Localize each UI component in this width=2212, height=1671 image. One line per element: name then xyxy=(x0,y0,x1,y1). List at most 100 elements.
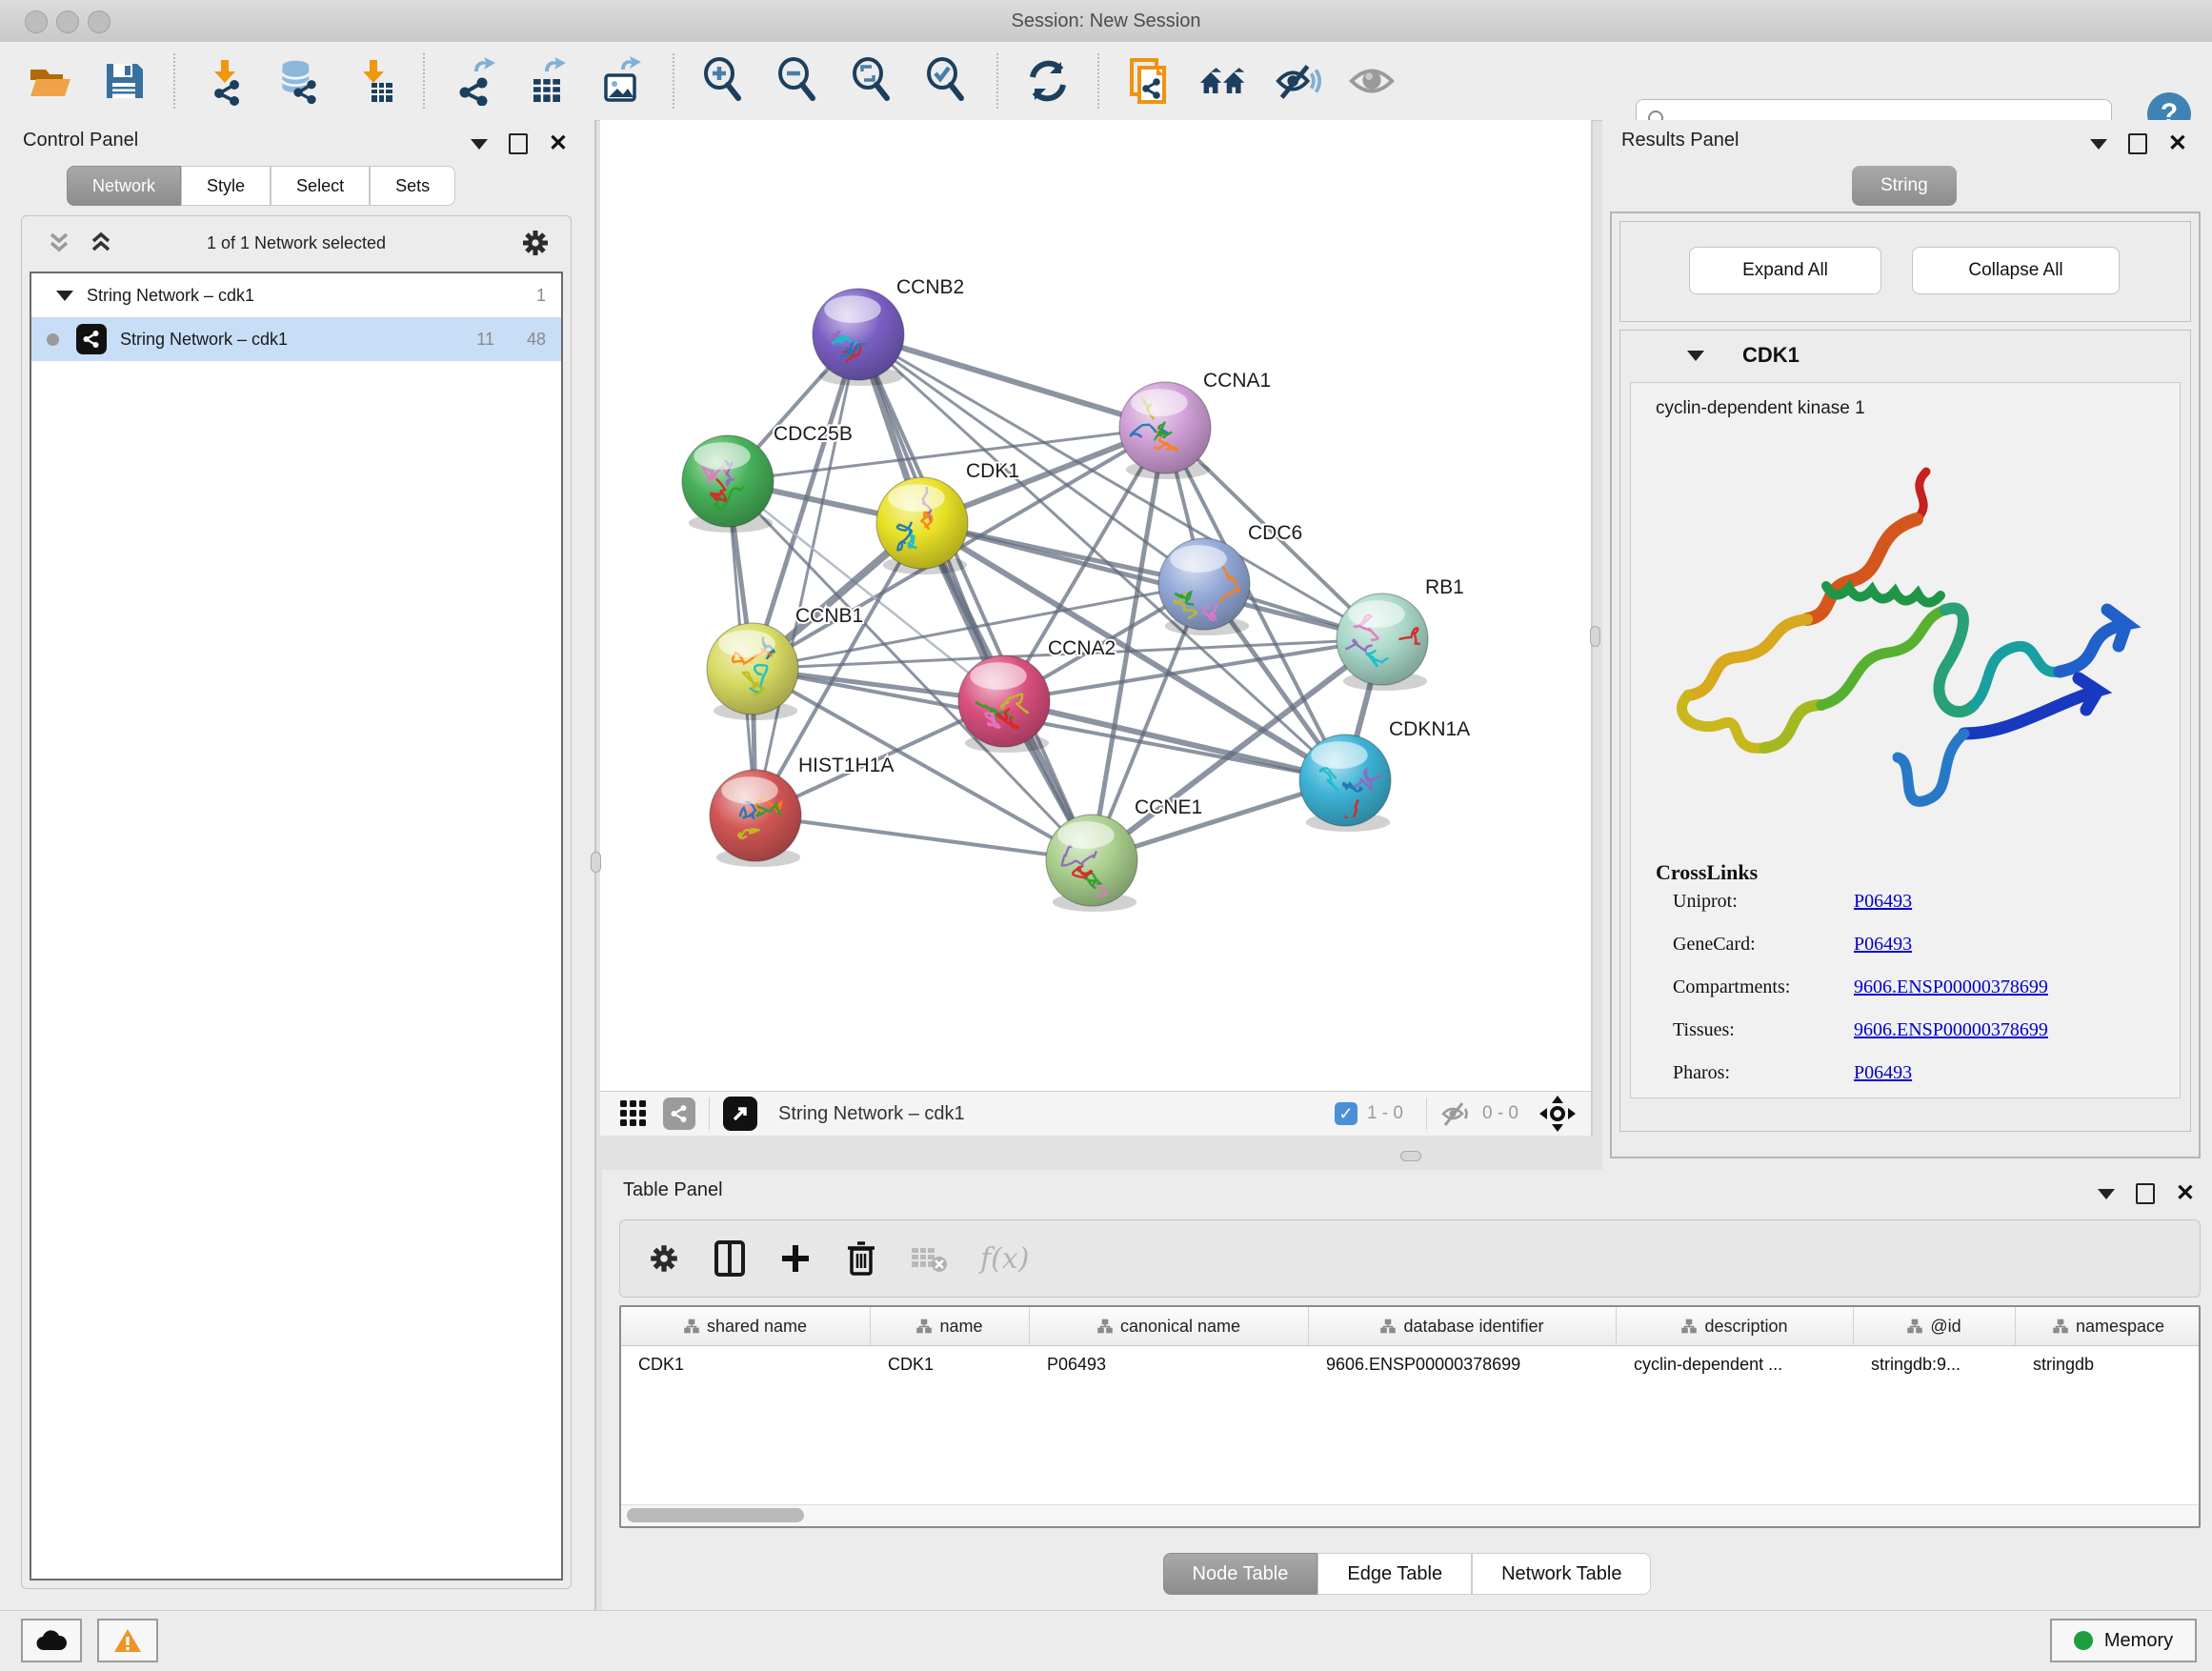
table-cell[interactable]: CDK1 xyxy=(871,1346,1030,1382)
table-gear-icon[interactable] xyxy=(647,1241,681,1276)
delete-table-icon[interactable] xyxy=(910,1242,948,1275)
zoom-fit-icon[interactable] xyxy=(848,56,897,106)
apply-layout-icon[interactable] xyxy=(1023,56,1073,106)
table-row[interactable]: CDK1CDK1P064939606.ENSP00000378699cyclin… xyxy=(621,1346,2199,1382)
panel-close-icon[interactable]: ✕ xyxy=(549,135,568,152)
table-float-icon[interactable] xyxy=(2136,1183,2155,1204)
graph-node-HIST1H1A[interactable]: HIST1H1A xyxy=(710,755,894,867)
network-graph[interactable]: CCNB2CCNA1CDC25BCDK1CDC6RB1CCNB1CCNA2CDK… xyxy=(600,120,1591,1092)
details-caret-icon[interactable] xyxy=(1687,351,1704,361)
network-row[interactable]: String Network – cdk1 11 48 xyxy=(31,317,561,361)
graph-node-CCNB1[interactable]: CCNB1 xyxy=(707,605,863,720)
export-table-icon[interactable] xyxy=(524,56,573,106)
import-network-icon[interactable] xyxy=(200,56,250,106)
tab-select[interactable]: Select xyxy=(271,166,370,206)
import-table-icon[interactable] xyxy=(349,56,398,106)
control-panel-title: Control Panel xyxy=(23,130,138,151)
column-header-namespace[interactable]: namespace xyxy=(2016,1307,2201,1345)
crosslink-label: Pharos: xyxy=(1673,1062,1854,1084)
add-column-icon[interactable] xyxy=(778,1241,813,1276)
export-network-icon[interactable] xyxy=(450,56,499,106)
table-close-icon[interactable]: ✕ xyxy=(2176,1185,2195,1202)
graph-node-CCNA1[interactable]: CCNA1 xyxy=(1119,370,1271,479)
node-details-header[interactable]: CDK1 xyxy=(1620,331,2190,380)
cloud-status-button[interactable] xyxy=(21,1619,82,1662)
graph-node-CDKN1A[interactable]: CDKN1A xyxy=(1299,718,1470,836)
crosslink-row: Compartments:9606.ENSP00000378699 xyxy=(1673,976,2180,998)
network-type-badge-icon[interactable] xyxy=(663,1097,695,1130)
collapse-all-button[interactable]: Collapse All xyxy=(1912,247,2120,294)
clone-network-icon[interactable] xyxy=(1124,56,1174,106)
hidden-eye-icon[interactable] xyxy=(1440,1099,1473,1128)
tab-node-table[interactable]: Node Table xyxy=(1163,1553,1318,1595)
graph-node-RB1[interactable]: RB1 xyxy=(1331,576,1463,691)
tab-sets[interactable]: Sets xyxy=(370,166,455,206)
results-menu-icon[interactable] xyxy=(2090,139,2107,150)
crosslink-link[interactable]: 9606.ENSP00000378699 xyxy=(1854,976,2048,998)
collection-count: 1 xyxy=(536,286,546,306)
export-image-icon[interactable] xyxy=(598,56,648,106)
crosslink-link[interactable]: P06493 xyxy=(1854,1062,1912,1084)
tab-network[interactable]: Network xyxy=(67,166,181,206)
table-cell[interactable]: CDK1 xyxy=(621,1346,871,1382)
open-in-window-icon[interactable] xyxy=(723,1097,757,1131)
column-header--id[interactable]: @id xyxy=(1854,1307,2016,1345)
grid-view-icon[interactable] xyxy=(617,1097,650,1130)
tab-edge-table[interactable]: Edge Table xyxy=(1317,1553,1472,1595)
crosslink-link[interactable]: P06493 xyxy=(1854,934,1912,956)
network-collection-row[interactable]: String Network – cdk1 1 xyxy=(31,273,561,317)
column-header-description[interactable]: description xyxy=(1617,1307,1854,1345)
show-columns-icon[interactable] xyxy=(714,1239,746,1278)
table-cell[interactable]: cyclin-dependent ... xyxy=(1617,1346,1854,1382)
protein-structure-image xyxy=(1631,419,2164,838)
node-label-CCNA1: CCNA1 xyxy=(1203,370,1271,392)
function-builder-icon[interactable]: f(x) xyxy=(980,1242,1029,1276)
panel-menu-icon[interactable] xyxy=(471,139,488,150)
zoom-out-icon[interactable] xyxy=(774,56,823,106)
results-close-icon[interactable]: ✕ xyxy=(2168,135,2187,152)
open-file-icon[interactable] xyxy=(25,56,74,106)
import-network-from-database-icon[interactable] xyxy=(274,56,324,106)
table-h-scrollbar[interactable] xyxy=(621,1504,2199,1526)
bottom-splitter-grip[interactable] xyxy=(1400,1151,1421,1161)
cytoscape-window: Session: New Session xyxy=(0,0,2212,1671)
zoom-selected-icon[interactable] xyxy=(922,56,972,106)
column-header-name[interactable]: name xyxy=(871,1307,1030,1345)
expand-all-button[interactable]: Expand All xyxy=(1689,247,1881,294)
crosslink-link[interactable]: P06493 xyxy=(1854,891,1912,913)
selected-checkbox-icon[interactable]: ✓ xyxy=(1335,1102,1357,1125)
column-header-shared-name[interactable]: shared name xyxy=(621,1307,871,1345)
results-float-icon[interactable] xyxy=(2128,133,2147,154)
panel-float-icon[interactable] xyxy=(509,133,528,154)
graph-node-CCNB2[interactable]: CCNB2 xyxy=(813,276,964,386)
node-table[interactable]: shared namenamecanonical namedatabase id… xyxy=(619,1305,2201,1528)
zoom-in-icon[interactable] xyxy=(699,56,749,106)
birdseye-navigator-icon[interactable] xyxy=(1538,1094,1578,1134)
right-splitter-grip[interactable] xyxy=(1590,626,1600,647)
save-session-icon[interactable] xyxy=(99,56,149,106)
tab-network-table[interactable]: Network Table xyxy=(1472,1553,1651,1595)
table-cell[interactable]: P06493 xyxy=(1030,1346,1309,1382)
tab-style[interactable]: Style xyxy=(181,166,271,206)
table-cell[interactable]: 9606.ENSP00000378699 xyxy=(1309,1346,1617,1382)
crosslink-link[interactable]: 9606.ENSP00000378699 xyxy=(1854,1019,2048,1041)
warnings-button[interactable] xyxy=(97,1619,158,1662)
warning-icon xyxy=(112,1627,143,1654)
graph-node-CDK1[interactable]: CDK1 xyxy=(876,460,1019,574)
collection-caret-icon[interactable] xyxy=(56,291,73,301)
column-header-database-identifier[interactable]: database identifier xyxy=(1309,1307,1617,1345)
hide-selected-icon[interactable] xyxy=(1273,56,1322,106)
first-neighbors-icon[interactable] xyxy=(1198,56,1248,106)
table-cell[interactable]: stringdb xyxy=(2016,1346,2201,1382)
tab-string[interactable]: String xyxy=(1852,166,1957,206)
scrollbar-thumb[interactable] xyxy=(627,1508,804,1522)
memory-button[interactable]: Memory xyxy=(2050,1619,2197,1662)
table-menu-icon[interactable] xyxy=(2098,1189,2115,1199)
show-all-icon[interactable] xyxy=(1347,56,1397,106)
column-header-canonical-name[interactable]: canonical name xyxy=(1030,1307,1309,1345)
table-cell[interactable]: stringdb:9... xyxy=(1854,1346,2016,1382)
results-buttons-box: Expand All Collapse All xyxy=(1619,221,2191,322)
left-splitter-grip[interactable] xyxy=(591,852,601,873)
network-view[interactable]: CCNB2CCNA1CDC25BCDK1CDC6RB1CCNB1CCNA2CDK… xyxy=(600,120,1593,1136)
delete-column-icon[interactable] xyxy=(845,1239,877,1278)
